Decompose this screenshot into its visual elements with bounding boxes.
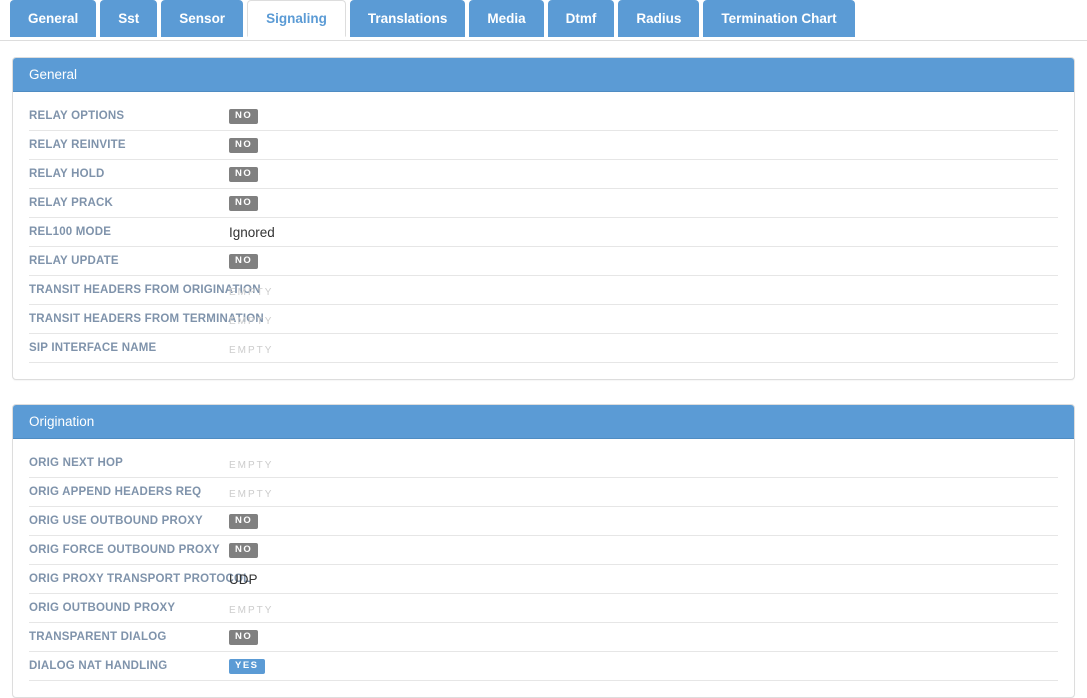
status-badge-no: NO <box>229 109 259 124</box>
setting-row: ORIG APPEND HEADERS REQ EMPTY <box>29 478 1058 507</box>
setting-label: TRANSIT HEADERS FROM ORIGINATION <box>29 284 261 296</box>
setting-label: SIP INTERFACE NAME <box>29 342 157 354</box>
setting-row: TRANSIT HEADERS FROM ORIGINATION EMPTY <box>29 276 1058 305</box>
setting-value: UDP <box>229 572 1058 587</box>
tab-dtmf[interactable]: Dtmf <box>547 0 615 37</box>
tab-label: Signaling <box>266 11 327 26</box>
setting-row: RELAY REINVITE NO <box>29 131 1058 160</box>
setting-row: ORIG NEXT HOP EMPTY <box>29 449 1058 478</box>
setting-row: RELAY UPDATE NO <box>29 247 1058 276</box>
panel-body: ORIG NEXT HOP EMPTY ORIG APPEND HEADERS RE… <box>13 439 1074 697</box>
tab-translations[interactable]: Translations <box>349 0 466 37</box>
tab-label: Sensor <box>179 11 226 26</box>
setting-row: SIP INTERFACE NAME EMPTY <box>29 334 1058 363</box>
text-value: Ignored <box>229 224 275 240</box>
setting-row: REL100 MODE Ignored <box>29 218 1058 247</box>
setting-value: EMPTY <box>229 485 1058 500</box>
setting-value: NO <box>229 513 1058 529</box>
tab-sensor[interactable]: Sensor <box>161 0 244 37</box>
setting-value: EMPTY <box>229 312 1058 327</box>
status-badge-no: NO <box>229 254 259 269</box>
setting-value: NO <box>229 137 1058 153</box>
tab-bar: General Sst Sensor Signaling Translations Med… <box>0 0 1087 41</box>
setting-label: RELAY HOLD <box>29 168 105 180</box>
setting-value: NO <box>229 108 1058 124</box>
setting-row: RELAY PRACK NO <box>29 189 1058 218</box>
setting-row: RELAY OPTIONS NO <box>29 102 1058 131</box>
setting-value: NO <box>229 166 1058 182</box>
status-badge-no: NO <box>229 514 259 529</box>
setting-row: TRANSIT HEADERS FROM TERMINATION EMPTY <box>29 305 1058 334</box>
status-badge-no: NO <box>229 196 259 211</box>
tab-label: Radius <box>636 11 682 26</box>
empty-value: EMPTY <box>229 604 274 616</box>
setting-value: EMPTY <box>229 341 1058 356</box>
tab-label: Sst <box>118 11 140 26</box>
setting-row: TRANSPARENT DIALOG NO <box>29 623 1058 652</box>
setting-label: ORIG PROXY TRANSPORT PROTOCOL <box>29 573 251 585</box>
setting-value: NO <box>229 629 1058 645</box>
settings-content: General RELAY OPTIONS NO RELAY REINVITE NO RE… <box>0 41 1087 698</box>
setting-row: ORIG PROXY TRANSPORT PROTOCOL UDP <box>29 565 1058 594</box>
panel-title: General <box>13 58 1074 92</box>
setting-value: EMPTY <box>229 601 1058 616</box>
setting-value: YES <box>229 658 1058 674</box>
panel-body: RELAY OPTIONS NO RELAY REINVITE NO RELAY HOL… <box>13 92 1074 379</box>
setting-label: ORIG FORCE OUTBOUND PROXY <box>29 544 220 556</box>
tab-label: Termination Chart <box>721 11 837 26</box>
setting-label: RELAY PRACK <box>29 197 113 209</box>
tab-general[interactable]: General <box>10 0 97 37</box>
setting-label: RELAY OPTIONS <box>29 110 125 122</box>
tab-label: Translations <box>367 11 448 26</box>
tab-media[interactable]: Media <box>469 0 544 37</box>
setting-label: ORIG USE OUTBOUND PROXY <box>29 515 203 527</box>
setting-label: REL100 MODE <box>29 226 112 238</box>
setting-value: Ignored <box>229 225 1058 240</box>
text-value: UDP <box>229 571 258 587</box>
setting-label: RELAY REINVITE <box>29 139 126 151</box>
empty-value: EMPTY <box>229 286 274 298</box>
empty-value: EMPTY <box>229 459 274 471</box>
setting-label: ORIG APPEND HEADERS REQ <box>29 486 202 498</box>
status-badge-no: NO <box>229 630 259 645</box>
setting-value: EMPTY <box>229 456 1058 471</box>
setting-row: ORIG USE OUTBOUND PROXY NO <box>29 507 1058 536</box>
empty-value: EMPTY <box>229 344 274 356</box>
setting-value: EMPTY <box>229 283 1058 298</box>
tab-signaling[interactable]: Signaling <box>247 0 346 37</box>
tab-termination-chart[interactable]: Termination Chart <box>703 0 855 37</box>
tab-radius[interactable]: Radius <box>618 0 700 37</box>
setting-value: NO <box>229 542 1058 558</box>
panel-origination: Origination ORIG NEXT HOP EMPTY ORIG APPEND… <box>12 404 1075 698</box>
setting-value: NO <box>229 195 1058 211</box>
status-badge-yes: YES <box>229 659 265 674</box>
empty-value: EMPTY <box>229 315 274 327</box>
panel-general: General RELAY OPTIONS NO RELAY REINVITE NO RE… <box>12 57 1075 380</box>
tab-label: General <box>28 11 79 26</box>
setting-row: RELAY HOLD NO <box>29 160 1058 189</box>
empty-value: EMPTY <box>229 488 274 500</box>
status-badge-no: NO <box>229 543 259 558</box>
status-badge-no: NO <box>229 138 259 153</box>
tab-sst[interactable]: Sst <box>100 0 158 37</box>
setting-row: ORIG OUTBOUND PROXY EMPTY <box>29 594 1058 623</box>
panel-title: Origination <box>13 405 1074 439</box>
setting-label: ORIG OUTBOUND PROXY <box>29 602 176 614</box>
tab-label: Dtmf <box>565 11 597 26</box>
setting-label: DIALOG NAT HANDLING <box>29 660 168 672</box>
setting-label: TRANSIT HEADERS FROM TERMINATION <box>29 313 264 325</box>
setting-value: NO <box>229 253 1058 269</box>
setting-row: DIALOG NAT HANDLING YES <box>29 652 1058 681</box>
setting-row: ORIG FORCE OUTBOUND PROXY NO <box>29 536 1058 565</box>
status-badge-no: NO <box>229 167 259 182</box>
tab-label: Media <box>487 11 526 26</box>
setting-label: RELAY UPDATE <box>29 255 119 267</box>
setting-label: TRANSPARENT DIALOG <box>29 631 167 643</box>
setting-label: ORIG NEXT HOP <box>29 457 123 469</box>
